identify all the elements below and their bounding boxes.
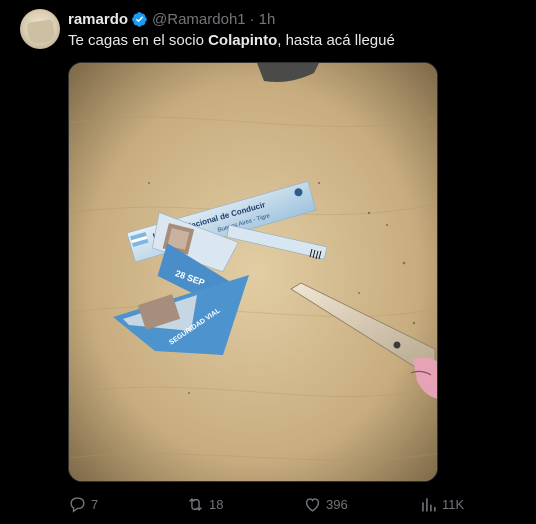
heart-icon bbox=[305, 497, 320, 512]
tweet-header: ramardo @Ramardoh1 · 1h bbox=[68, 9, 275, 29]
reply-button[interactable]: 7 bbox=[68, 494, 98, 514]
tweet-actions: 7 18 396 11K bbox=[68, 494, 478, 516]
tweet-text: Te cagas en el socio Colapinto, hasta ac… bbox=[68, 31, 395, 51]
retweet-count: 18 bbox=[209, 496, 224, 512]
avatar-image bbox=[26, 19, 56, 45]
reply-count: 7 bbox=[91, 496, 99, 512]
separator-dot: · bbox=[249, 10, 255, 28]
display-name[interactable]: ramardo bbox=[68, 11, 128, 28]
views-button[interactable]: 11K bbox=[419, 494, 464, 514]
tweet-text-bold: Colapinto bbox=[208, 32, 278, 49]
tweet[interactable]: ramardo @Ramardoh1 · 1h Te cagas en el s… bbox=[0, 0, 536, 524]
verified-badge-icon bbox=[131, 11, 148, 28]
handle[interactable]: @Ramardoh1 bbox=[152, 11, 246, 28]
avatar[interactable] bbox=[20, 9, 60, 49]
tweet-text-part: , hasta acá llegué bbox=[277, 32, 395, 49]
reply-icon bbox=[70, 496, 85, 513]
retweet-icon bbox=[189, 497, 202, 511]
like-count: 396 bbox=[326, 496, 348, 512]
tweet-media-image[interactable]: Licencia Nacional de Conducir Buenos Air… bbox=[68, 62, 438, 482]
retweet-button[interactable]: 18 bbox=[186, 494, 223, 514]
like-button[interactable]: 396 bbox=[303, 494, 348, 514]
views-chart-icon bbox=[422, 497, 436, 512]
photo-cut-license: Licencia Nacional de Conducir Buenos Air… bbox=[69, 63, 437, 481]
tweet-text-part: Te cagas en el socio bbox=[68, 32, 209, 49]
views-count: 11K bbox=[442, 496, 465, 512]
timestamp[interactable]: 1h bbox=[259, 11, 276, 28]
